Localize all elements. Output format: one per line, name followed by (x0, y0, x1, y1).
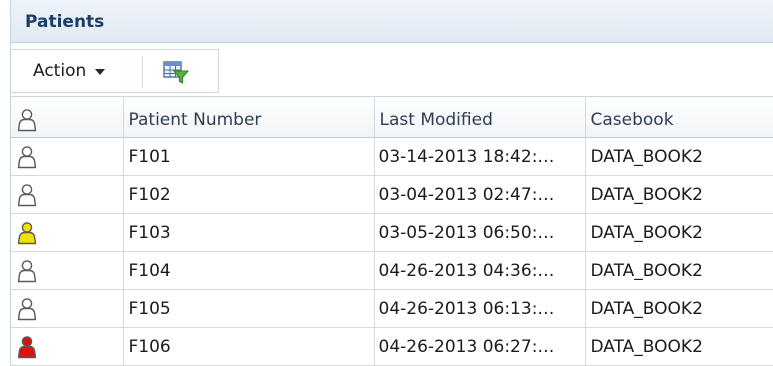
table-row[interactable]: F104 04-26-2013 04:36:… DATA_BOOK2 (11, 251, 773, 290)
patient-number-cell[interactable]: F101 (123, 137, 375, 176)
person-icon (17, 183, 37, 206)
panel-title: Patients (25, 12, 105, 32)
person-icon (17, 145, 37, 168)
patient-number-cell[interactable]: F103 (123, 213, 375, 252)
table-row[interactable]: F102 03-04-2013 02:47:… DATA_BOOK2 (11, 175, 773, 214)
chevron-down-icon (95, 69, 106, 75)
person-icon (17, 335, 37, 358)
header-row: Patient Number Last Modified Casebook (11, 96, 773, 138)
status-cell[interactable] (11, 251, 124, 290)
action-label: Action (33, 61, 87, 81)
table-row[interactable]: F105 04-26-2013 06:13:… DATA_BOOK2 (11, 289, 773, 328)
last-modified-cell[interactable]: 04-26-2013 04:36:… (374, 251, 586, 290)
patients-grid: Patient Number Last Modified Casebook F1… (11, 96, 773, 366)
patient-number-cell[interactable]: F102 (123, 175, 375, 214)
last-modified-cell[interactable]: 03-14-2013 18:42:… (374, 137, 586, 176)
casebook-cell[interactable]: DATA_BOOK2 (585, 175, 773, 214)
status-cell[interactable] (11, 289, 124, 328)
casebook-cell[interactable]: DATA_BOOK2 (585, 289, 773, 328)
casebook-cell[interactable]: DATA_BOOK2 (585, 327, 773, 366)
filter-button[interactable] (158, 56, 194, 88)
column-header-patient-number[interactable]: Patient Number (123, 96, 375, 138)
status-cell[interactable] (11, 327, 124, 366)
casebook-cell[interactable]: DATA_BOOK2 (585, 251, 773, 290)
person-icon (17, 221, 37, 244)
person-icon (17, 108, 37, 131)
action-menu-button[interactable]: Action (11, 50, 142, 92)
status-cell[interactable] (11, 175, 124, 214)
patients-panel: Patients Action Patient Number Last Modi… (10, 0, 773, 366)
patient-number-cell[interactable]: F104 (123, 251, 375, 290)
column-header-last-modified[interactable]: Last Modified (374, 96, 586, 138)
status-cell[interactable] (11, 213, 124, 252)
panel-header: Patients (11, 0, 773, 43)
column-header-casebook[interactable]: Casebook (585, 96, 773, 138)
person-icon (17, 297, 37, 320)
toolbar: Action (11, 49, 773, 93)
toolbar-group: Action (11, 49, 219, 93)
last-modified-cell[interactable]: 03-04-2013 02:47:… (374, 175, 586, 214)
status-cell[interactable] (11, 137, 124, 176)
last-modified-cell[interactable]: 03-05-2013 06:50:… (374, 213, 586, 252)
table-row[interactable]: F103 03-05-2013 06:50:… DATA_BOOK2 (11, 213, 773, 252)
table-row[interactable]: F101 03-14-2013 18:42:… DATA_BOOK2 (11, 137, 773, 176)
patients-table: Patient Number Last Modified Casebook F1… (11, 96, 773, 366)
casebook-cell[interactable]: DATA_BOOK2 (585, 137, 773, 176)
status-column-header[interactable] (11, 96, 124, 138)
last-modified-cell[interactable]: 04-26-2013 06:27:… (374, 327, 586, 366)
table-row[interactable]: F106 04-26-2013 06:27:… DATA_BOOK2 (11, 327, 773, 366)
last-modified-cell[interactable]: 04-26-2013 06:13:… (374, 289, 586, 328)
casebook-cell[interactable]: DATA_BOOK2 (585, 213, 773, 252)
person-icon (17, 259, 37, 282)
toolbar-separator (142, 56, 143, 88)
patient-number-cell[interactable]: F105 (123, 289, 375, 328)
patient-number-cell[interactable]: F106 (123, 327, 375, 366)
table-filter-icon (163, 61, 190, 84)
